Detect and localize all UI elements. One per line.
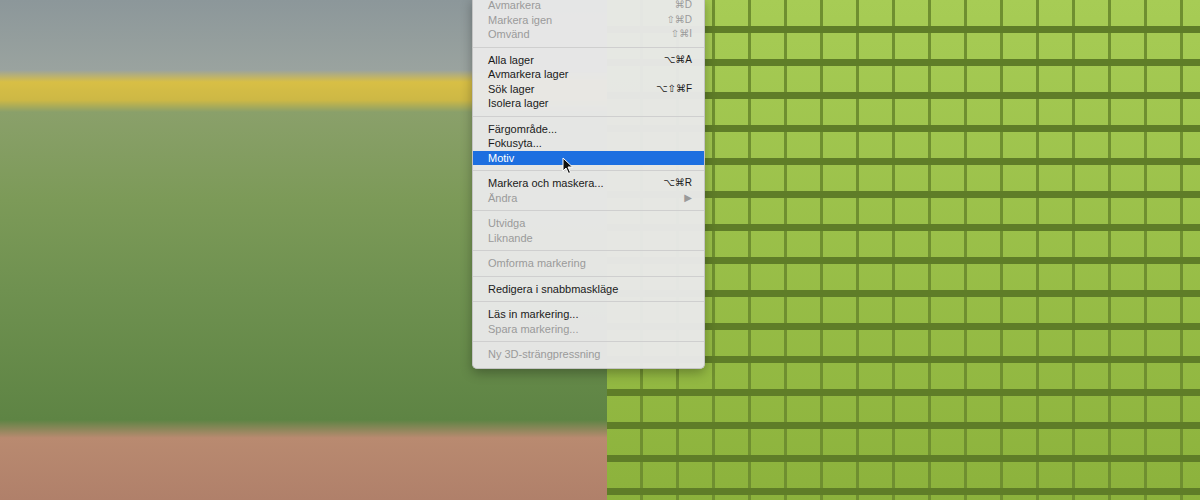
menu-item-label: Utvidga	[488, 216, 525, 231]
menu-item[interactable]: Spara markering...	[473, 322, 704, 337]
menu-separator	[473, 170, 704, 171]
comparison-screen: Avmarkera ⌘D Markera igen ⇧⌘D Omvänd ⇧⌘I Alla …	[0, 0, 1200, 500]
menu-item-label: Fokusyta...	[488, 136, 542, 151]
menu-item-label: Omvänd	[488, 27, 530, 42]
menu-item-shortcut: ⌥⇧⌘F	[656, 82, 692, 97]
menu-item[interactable]: Färgområde...	[473, 122, 704, 137]
menu-item[interactable]: Ny 3D-strängpressning	[473, 347, 704, 362]
menu-item[interactable]: Alla lager ⌥⌘A	[473, 53, 704, 68]
menu-item-label: Ändra	[488, 191, 517, 206]
menu-item-label: Läs in markering...	[488, 307, 578, 322]
menu-item[interactable]: Omforma markering	[473, 256, 704, 271]
menu-separator	[473, 276, 704, 277]
menu-item-label: Liknande	[488, 231, 533, 246]
menu-item-label: Avmarkera	[488, 0, 541, 13]
menu-item-shortcut: ⇧⌘D	[666, 13, 692, 28]
menu-item[interactable]: Fokusyta...	[473, 136, 704, 151]
menu-item-label: Isolera lager	[488, 96, 549, 111]
menu-separator	[473, 210, 704, 211]
menu-item-label: Redigera i snabbmaskläge	[488, 282, 618, 297]
menu-item-label: Alla lager	[488, 53, 534, 68]
menu-separator	[473, 47, 704, 48]
menu-item[interactable]: Markera igen ⇧⌘D	[473, 13, 704, 28]
menu-item-label: Avmarkera lager	[488, 67, 569, 82]
menu-item-label: Ny 3D-strängpressning	[488, 347, 601, 362]
menu-item-label: Spara markering...	[488, 322, 578, 337]
menu-separator	[473, 341, 704, 342]
menu-item[interactable]: Avmarkera ⌘D	[473, 0, 704, 13]
menu-item[interactable]: Sök lager ⌥⇧⌘F	[473, 82, 704, 97]
menu-item[interactable]: Avmarkera lager	[473, 67, 704, 82]
menu-item-label: Motiv	[488, 151, 514, 166]
menu-item-label: Markera igen	[488, 13, 552, 28]
menu-item[interactable]: Markera och maskera... ⌥⌘R	[473, 176, 704, 191]
menu-item-label: Färgområde...	[488, 122, 557, 137]
menu-item-label: Omforma markering	[488, 256, 586, 271]
menu-item-label: Markera och maskera...	[488, 176, 604, 191]
menu-item[interactable]: Redigera i snabbmaskläge	[473, 282, 704, 297]
menu-item[interactable]: Motiv	[473, 151, 704, 166]
menu-item-shortcut: ⇧⌘I	[671, 27, 692, 42]
menu-item-label: Sök lager	[488, 82, 534, 97]
menu-separator	[473, 116, 704, 117]
menu-item-shortcut: ⌘D	[675, 0, 692, 13]
menu-item-shortcut: ⌥⌘R	[663, 176, 692, 191]
menu-separator	[473, 250, 704, 251]
menu-item[interactable]: Omvänd ⇧⌘I	[473, 27, 704, 42]
select-menu: Avmarkera ⌘D Markera igen ⇧⌘D Omvänd ⇧⌘I Alla …	[472, 0, 705, 369]
menu-item[interactable]: Isolera lager	[473, 96, 704, 111]
menu-item[interactable]: Liknande	[473, 231, 704, 246]
menu-item-shortcut: ▶	[684, 191, 692, 206]
mouse-pointer-icon	[562, 157, 574, 175]
menu-item[interactable]: Utvidga	[473, 216, 704, 231]
menu-item[interactable]: Läs in markering...	[473, 307, 704, 322]
menu-item-shortcut: ⌥⌘A	[664, 53, 692, 68]
menu-separator	[473, 301, 704, 302]
menu-item[interactable]: Ändra ▶	[473, 191, 704, 206]
